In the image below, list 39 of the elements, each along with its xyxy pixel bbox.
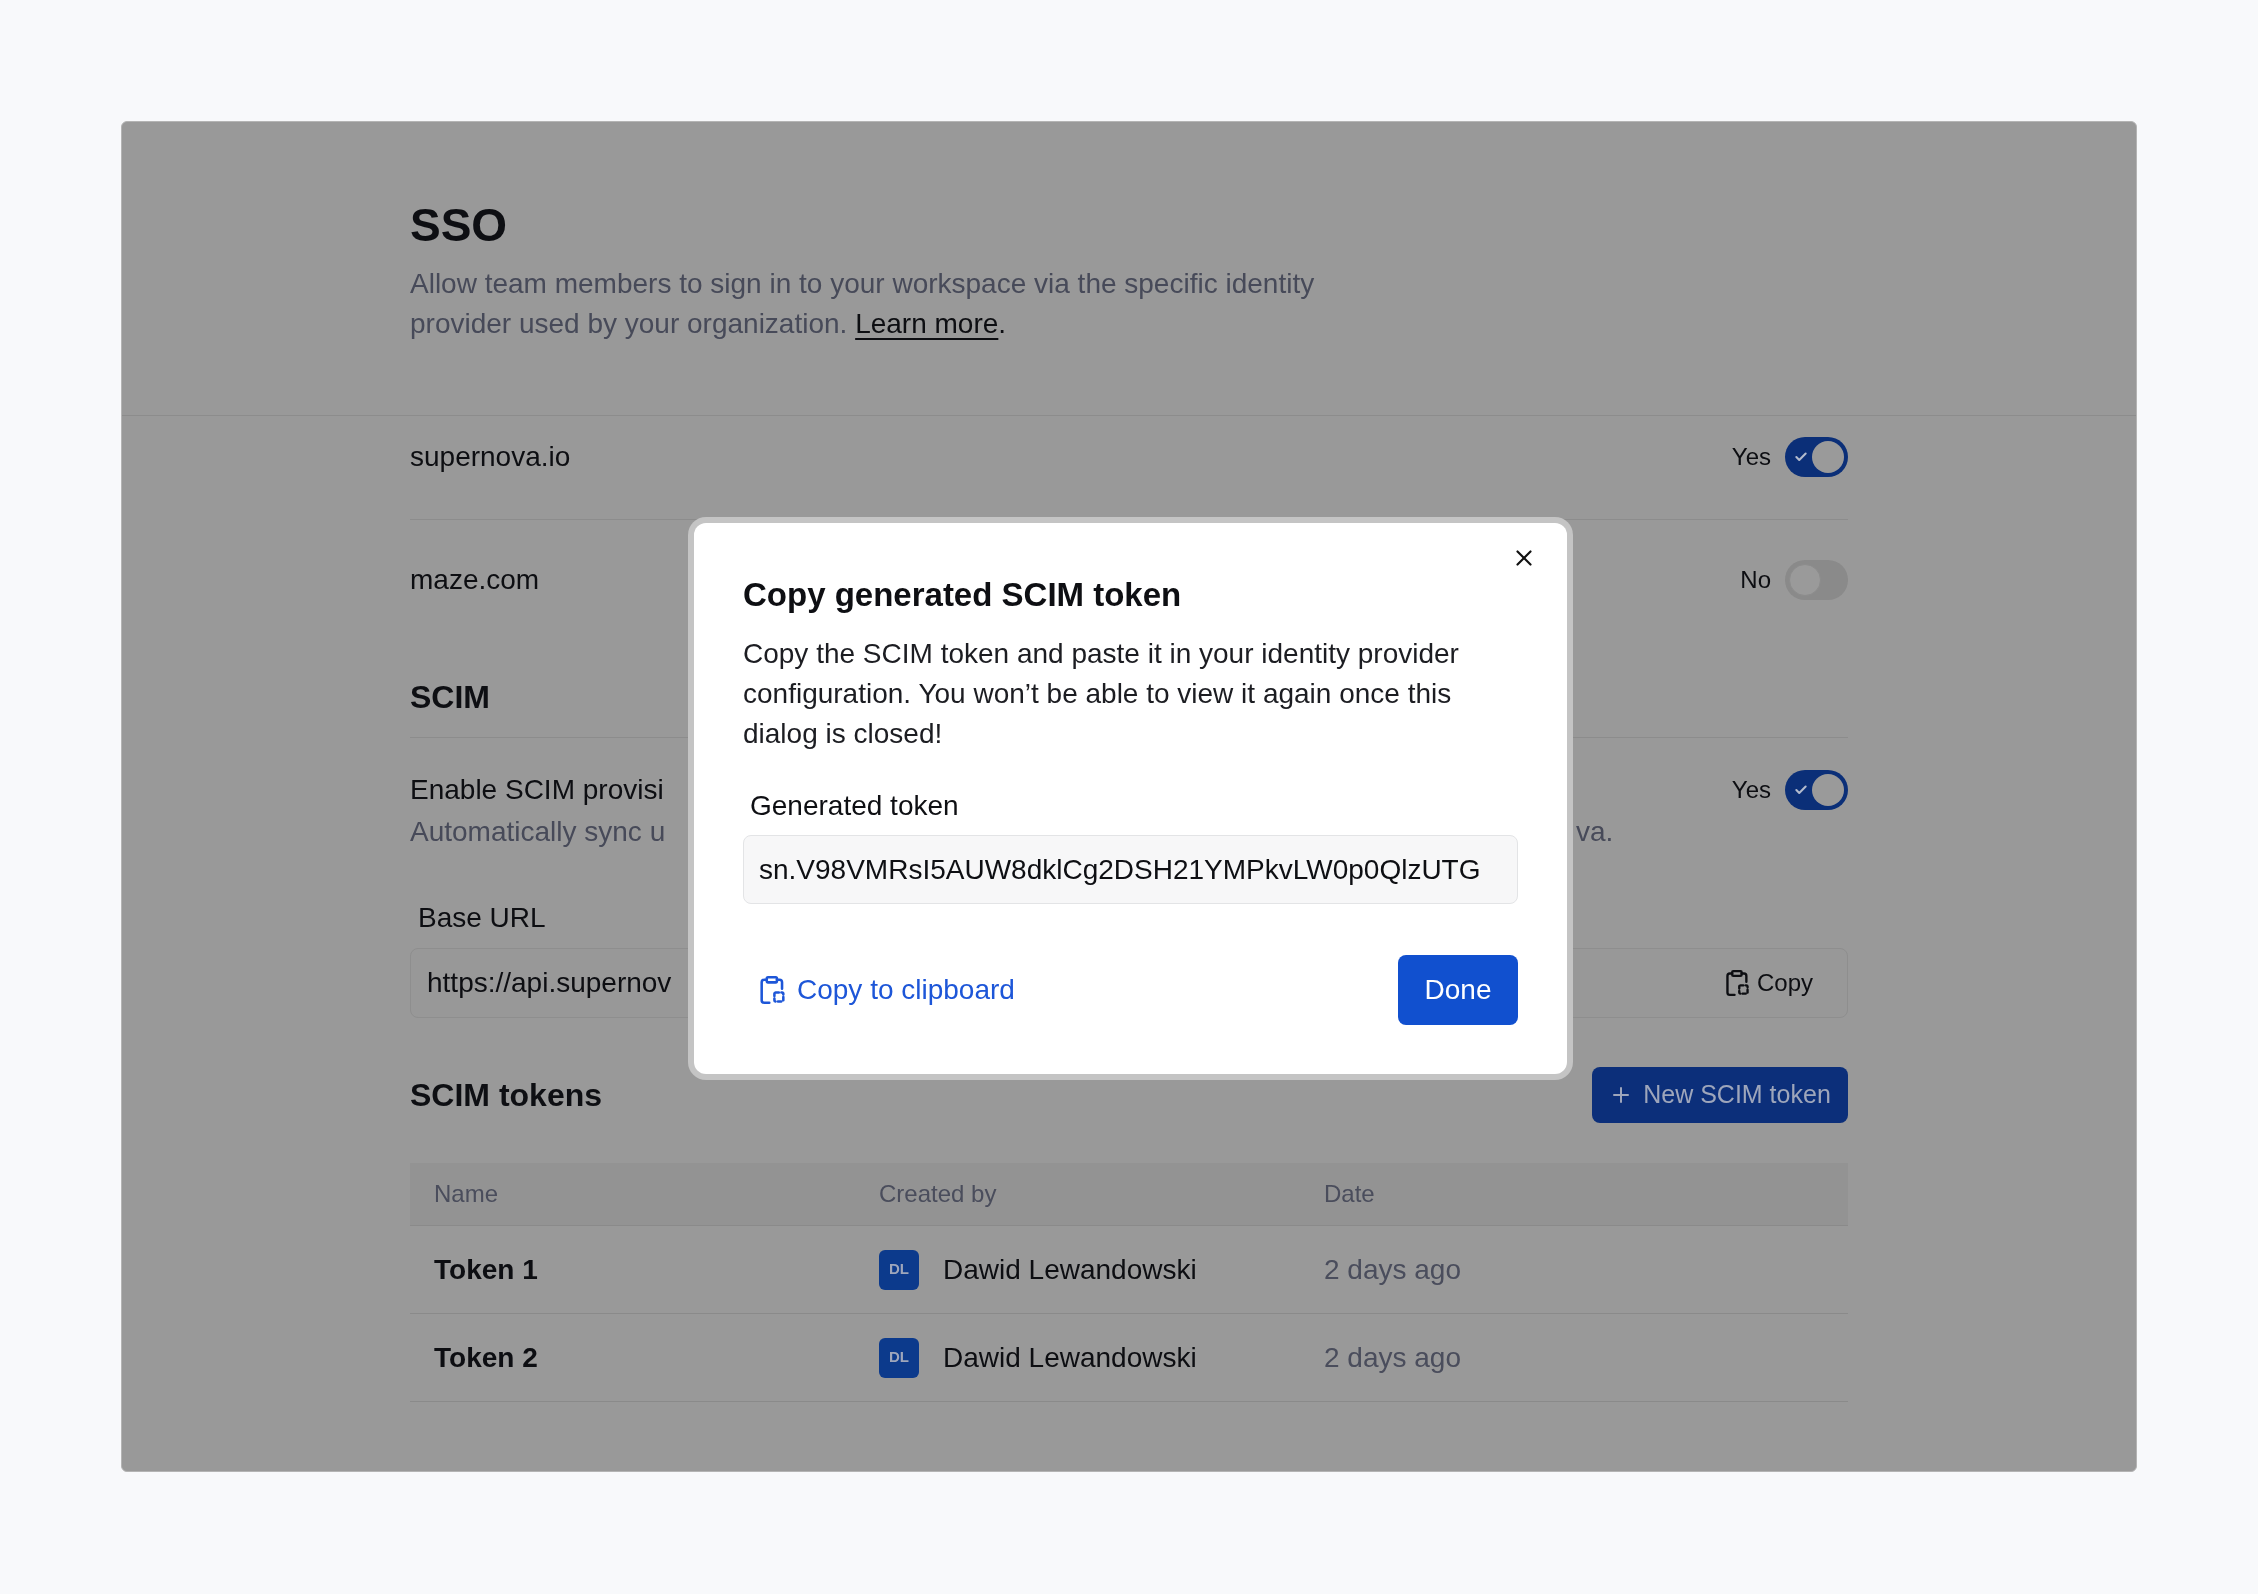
check-icon [1794, 783, 1808, 797]
dialog-title: Copy generated SCIM token [743, 575, 1182, 615]
toggle-switch[interactable] [1785, 770, 1848, 810]
domain-name: supernova.io [410, 440, 571, 474]
table-cell-text: Dawid Lewandowski [943, 1252, 1197, 1287]
clipboard-icon [760, 976, 785, 1004]
column-header: Name [434, 1179, 499, 1209]
setting-description: Automatically sync u [410, 815, 666, 849]
column-header: Date [1324, 1179, 1375, 1209]
setting-description: va. [1576, 815, 1614, 849]
copy-button[interactable]: Copy [1711, 959, 1827, 1007]
field-label: Generated token [750, 790, 959, 821]
table-cell-text: Token 1 [434, 1252, 538, 1287]
setting-label: Enable SCIM provisi [410, 773, 664, 807]
section-title: SCIM [410, 678, 490, 717]
token-field[interactable]: sn.V98VMRsI5AUW8dklCg2DSH21YMPkvLW0p0QlzUTG [743, 835, 1518, 904]
sso-description: Allow team members to sign in to your workspace via the specific identity provider used by your organization. Learn more. [410, 267, 1316, 341]
learn-more-link[interactable]: Learn more [855, 308, 999, 339]
user-avatar: DL [879, 1249, 919, 1290]
toggle-label: Yes [1731, 442, 1771, 472]
table-cell-text: 2 days ago [1324, 1340, 1461, 1375]
copy-to-clipboard-button[interactable]: Copy to clipboard [743, 955, 1032, 1025]
clipboard-icon [1725, 970, 1749, 996]
field-label: Base URL [418, 902, 546, 933]
check-icon [1794, 450, 1808, 464]
table-cell-text: Dawid Lewandowski [943, 1340, 1197, 1375]
table-cell-text: 2 days ago [1324, 1252, 1461, 1287]
column-header: Created by [879, 1179, 997, 1209]
section-title: SCIM tokens [410, 1076, 603, 1115]
table-cell-text: Token 2 [434, 1340, 538, 1375]
done-button[interactable]: Done [1398, 955, 1518, 1025]
domain-name: maze.com [410, 563, 540, 597]
dialog-message: Copy the SCIM token and paste it in your identity provider configuration. You won’t be able to view it again once this dialog is closed! [743, 637, 1460, 751]
user-avatar: DL [879, 1337, 919, 1378]
toggle-label: Yes [1731, 775, 1771, 805]
toggle-switch[interactable] [1785, 437, 1848, 477]
new-token-button[interactable]: New SCIM token [1592, 1067, 1848, 1123]
section-title: SSO [410, 198, 508, 253]
toggle-label: No [1740, 565, 1771, 595]
